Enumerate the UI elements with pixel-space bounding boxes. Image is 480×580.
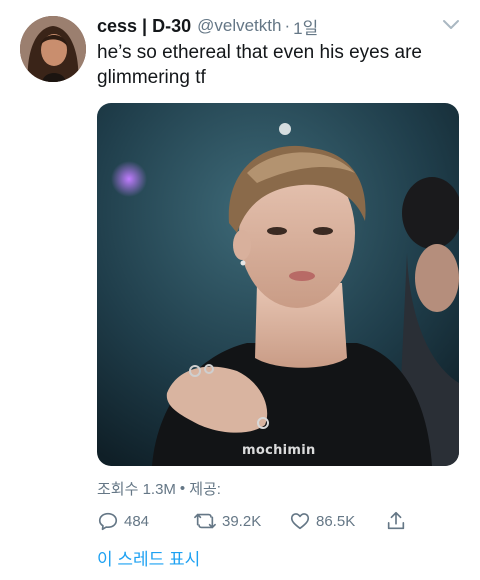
tweet-media[interactable]: mochimin	[97, 103, 459, 466]
author-name[interactable]: cess | D-30	[97, 16, 191, 37]
retweet-count: 39.2K	[222, 512, 262, 530]
reply-icon	[98, 512, 118, 531]
reply-count: 484	[124, 512, 150, 530]
retweet-button[interactable]: 39.2K	[193, 510, 261, 532]
like-icon	[290, 513, 310, 530]
timestamp[interactable]: 1일	[293, 14, 318, 39]
avatar-photo	[20, 16, 86, 82]
show-thread-link[interactable]: 이 스레드 표시	[97, 545, 200, 570]
author-handle[interactable]: @velvetkth	[197, 16, 281, 36]
share-icon	[387, 511, 405, 530]
via-label[interactable]: 제공:	[189, 478, 221, 499]
avatar[interactable]	[20, 16, 86, 82]
retweet-icon	[194, 513, 216, 529]
chevron-down-icon[interactable]	[442, 18, 460, 32]
like-count: 86.5K	[316, 512, 356, 530]
share-button[interactable]	[385, 510, 407, 532]
meta-bullet: •	[179, 480, 186, 497]
separator: ·	[284, 16, 291, 35]
reply-button[interactable]: 484	[97, 510, 149, 532]
view-count: 조회수 1.3M	[97, 481, 176, 498]
like-button[interactable]: 86.5K	[289, 510, 355, 532]
media-watermark: mochimin	[242, 443, 316, 458]
action-bar: 484 39.2K 86.5K	[97, 510, 437, 534]
tweet-header: cess | D-30 @velvetkth · 1일	[97, 14, 460, 38]
tweet-text: he’s so ethereal that even his eyes are …	[97, 42, 422, 88]
media-image	[97, 103, 459, 466]
tweet-meta: 조회수 1.3M • 제공:	[97, 478, 221, 499]
